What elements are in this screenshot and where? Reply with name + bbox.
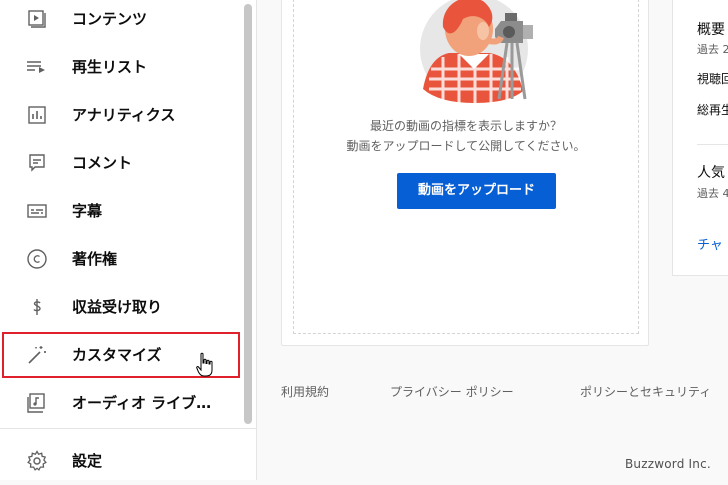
overview-card: 概要 過去 2 視聴回 総再生 人気 過去 4 チャ bbox=[672, 0, 728, 276]
watch-time-label: 総再生 bbox=[697, 103, 728, 117]
sidebar-item-label: 収益受け取り bbox=[72, 298, 163, 316]
sidebar-item-playlists[interactable]: 再生リスト bbox=[0, 43, 242, 91]
filmmaker-illustration bbox=[420, 0, 533, 103]
watermark: Buzzword Inc. bbox=[625, 457, 711, 471]
footer-terms-link[interactable]: 利用規約 bbox=[281, 383, 329, 400]
audio-library-icon bbox=[25, 391, 49, 415]
sidebar-item-label: 著作権 bbox=[72, 250, 118, 268]
empty-message-line1: 最近の動画の指標を表示しますか？ bbox=[369, 119, 562, 133]
card-divider bbox=[697, 144, 728, 145]
sidebar-item-copyright[interactable]: 著作権 bbox=[0, 235, 242, 283]
hand-cursor-icon bbox=[196, 352, 213, 377]
sidebar: コンテンツ 再生リスト アナリティクス コメント 字幕 著作権 収益受け取り カ… bbox=[0, 0, 257, 480]
footer-policy-link[interactable]: ポリシーとセキュリティ bbox=[580, 383, 711, 400]
sidebar-item-earn[interactable]: 収益受け取り bbox=[0, 283, 242, 331]
sidebar-scrollbar[interactable] bbox=[244, 4, 252, 424]
sidebar-item-content[interactable]: コンテンツ bbox=[0, 0, 242, 43]
sidebar-item-label: 設定 bbox=[72, 452, 103, 470]
sidebar-item-analytics[interactable]: アナリティクス bbox=[0, 91, 242, 139]
playlist-icon bbox=[25, 55, 49, 79]
empty-message-line2: 動画をアップロードして公開してください。 bbox=[346, 139, 586, 153]
dollar-icon bbox=[25, 295, 49, 319]
empty-state-area: 最近の動画の指標を表示しますか？ 動画をアップロードして公開してください。 動画… bbox=[293, 0, 639, 334]
sidebar-item-label: コメント bbox=[72, 154, 133, 172]
footer-privacy-link[interactable]: プライバシー ポリシー bbox=[390, 383, 514, 400]
sidebar-item-audio-library[interactable]: オーディオ ライブ… bbox=[0, 379, 242, 427]
sidebar-item-label: オーディオ ライブ… bbox=[72, 394, 212, 412]
sidebar-item-label: 再生リスト bbox=[72, 58, 148, 76]
copyright-icon bbox=[25, 247, 49, 271]
comment-icon bbox=[25, 151, 49, 175]
sidebar-item-settings[interactable]: 設定 bbox=[0, 437, 242, 485]
upload-video-button[interactable]: 動画をアップロード bbox=[397, 173, 556, 209]
sidebar-divider bbox=[0, 428, 256, 429]
sidebar-item-label: アナリティクス bbox=[72, 106, 176, 124]
popular-period: 過去 4 bbox=[697, 187, 728, 200]
sidebar-item-label: コンテンツ bbox=[72, 10, 148, 28]
analytics-icon bbox=[25, 103, 49, 127]
gear-icon bbox=[25, 449, 49, 473]
overview-period: 過去 2 bbox=[697, 43, 728, 56]
sidebar-item-comments[interactable]: コメント bbox=[0, 139, 242, 187]
overview-title: 概要 bbox=[697, 22, 725, 38]
popular-title: 人気 bbox=[697, 165, 725, 181]
views-label: 視聴回 bbox=[697, 72, 728, 86]
analytics-card: 最近の動画の指標を表示しますか？ 動画をアップロードして公開してください。 動画… bbox=[281, 0, 649, 346]
channel-analytics-link[interactable]: チャ bbox=[697, 234, 723, 253]
sidebar-item-label: 字幕 bbox=[72, 202, 103, 220]
content-icon bbox=[25, 7, 49, 31]
sidebar-item-subtitles[interactable]: 字幕 bbox=[0, 187, 242, 235]
subtitles-icon bbox=[25, 199, 49, 223]
